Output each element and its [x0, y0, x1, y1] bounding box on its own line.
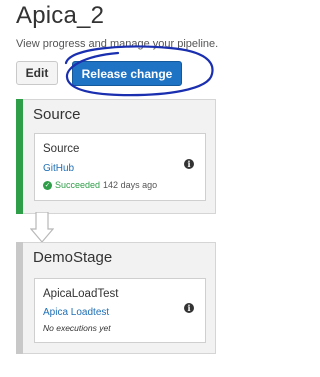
pipeline-title: Apica_2	[16, 2, 105, 29]
pipeline-subtitle: View progress and manage your pipeline.	[16, 38, 219, 50]
edit-button[interactable]: Edit	[16, 61, 58, 85]
action-status: ✓ Succeeded 142 days ago	[43, 180, 157, 190]
stage-name: DemoStage	[33, 249, 113, 266]
action-provider-link[interactable]: Apica Loadtest	[43, 307, 109, 318]
info-icon[interactable]: i	[184, 303, 194, 313]
stage-source: Source Source GitHub i ✓ Succeeded 142 d…	[16, 99, 216, 214]
no-executions-note: No executions yet	[43, 323, 111, 333]
action-card-apicaloadtest: ApicaLoadTest Apica Loadtest i No execut…	[34, 278, 206, 343]
action-name: ApicaLoadTest	[43, 288, 119, 300]
down-arrow-icon	[30, 212, 54, 243]
info-icon[interactable]: i	[184, 159, 194, 169]
check-circle-icon: ✓	[43, 180, 52, 190]
stage-status-bar	[16, 99, 23, 214]
release-change-button[interactable]: Release change	[72, 61, 182, 86]
stage-status-bar	[16, 242, 23, 354]
action-provider-link[interactable]: GitHub	[43, 163, 74, 174]
stage-name: Source	[33, 106, 81, 123]
action-card-source: Source GitHub i ✓ Succeeded 142 days ago	[34, 133, 206, 201]
status-text: Succeeded	[55, 180, 101, 190]
stage-demostage: DemoStage ApicaLoadTest Apica Loadtest i…	[16, 242, 216, 354]
action-name: Source	[43, 143, 80, 155]
status-age[interactable]: 142 days ago	[103, 180, 157, 190]
